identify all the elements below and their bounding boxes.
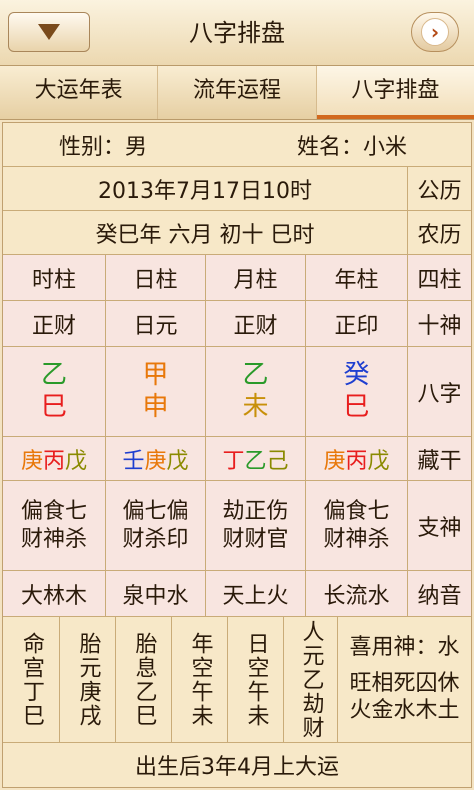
solar-row: 2013年7月17日10时 公历 — [3, 167, 471, 211]
triangle-down-icon — [38, 24, 60, 40]
bazi-month: 乙 未 — [205, 347, 305, 436]
zhishen-day: 偏七偏 财杀印 — [105, 481, 205, 570]
minggong-col: 命宫丁巳 — [19, 631, 44, 728]
shishen-hour: 正财 — [31, 313, 76, 339]
niankong-col: 年空午未 — [171, 617, 227, 742]
zhishen-hour: 偏食七 财神杀 — [3, 481, 105, 570]
shishen-row: 正财 日元 正财 正印 十神 — [3, 301, 471, 347]
canggan-year: 庚丙戊 — [305, 437, 407, 480]
zhishen-line: 偏食七 — [323, 499, 390, 524]
bazi-gan: 甲 — [142, 360, 169, 391]
canggan-char: 丙 — [42, 448, 65, 474]
canggan-label: 藏干 — [407, 437, 471, 480]
app-header: 八字排盘 › — [0, 0, 474, 66]
canggan-month: 丁乙己 — [205, 437, 305, 480]
wangxiang-line: 旺相死囚休 — [349, 670, 460, 696]
canggan-char: 庚 — [144, 448, 167, 474]
name-text: 姓名：小米 — [296, 134, 407, 160]
canggan-char: 戊 — [367, 448, 390, 474]
shishen-year: 正印 — [305, 301, 407, 346]
canggan-char: 壬 — [122, 448, 145, 474]
canggan-char: 戊 — [65, 448, 88, 474]
bazi-day: 甲 申 — [105, 347, 205, 436]
zhishen-line: 财神杀 — [323, 526, 390, 552]
chevron-right-icon: › — [421, 18, 449, 46]
zhishen-line: 偏食七 — [20, 499, 87, 524]
info-row: 性别：男 姓名：小米 — [3, 123, 471, 167]
bazi-gan: 乙 — [242, 360, 269, 391]
tab-liunian-yuncheng[interactable]: 流年运程 — [158, 66, 317, 119]
bazi-zhi: 申 — [142, 391, 169, 422]
menu-dropdown-button[interactable] — [8, 12, 90, 52]
zhishen-label: 支神 — [407, 481, 471, 570]
zhishen-line: 偏七偏 — [122, 499, 189, 524]
taixi-col: 胎息乙巳 — [115, 617, 171, 742]
pillar-hour: 时柱 — [31, 267, 76, 293]
pillars-row: 时柱 日柱 月柱 年柱 四柱 — [3, 255, 471, 301]
pillar-year: 年柱 — [305, 255, 407, 300]
shishen-day: 日元 — [105, 301, 205, 346]
canggan-row: 庚丙戊 壬庚戊 丁乙己 庚丙戊 藏干 — [3, 437, 471, 481]
canggan-char: 己 — [266, 448, 289, 474]
bazi-table: 性别：男 姓名：小米 2013年7月17日10时 公历 癸巳年 六月 初十 巳时… — [2, 122, 472, 788]
nayin-day: 泉中水 — [105, 571, 205, 616]
rikong-col: 日空午未 — [227, 617, 283, 742]
nayin-month: 天上火 — [205, 571, 305, 616]
gender-text: 性别：男 — [58, 134, 147, 160]
bazi-zhi: 巳 — [40, 391, 67, 422]
canggan-day: 壬庚戊 — [105, 437, 205, 480]
dayun-start-text: 出生后3年4月上大运 — [135, 755, 339, 780]
nayin-year: 长流水 — [305, 571, 407, 616]
renyuan-col: 人元乙劫财 — [283, 617, 337, 742]
pillar-month: 月柱 — [205, 255, 305, 300]
canggan-char: 乙 — [244, 448, 267, 474]
canggan-char: 丁 — [222, 448, 245, 474]
zhishen-line: 劫正伤 — [222, 499, 289, 524]
bazi-year: 癸 巳 — [305, 347, 407, 436]
solar-label: 公历 — [407, 167, 471, 210]
shishen-month: 正财 — [205, 301, 305, 346]
zhishen-row: 偏食七 财神杀 偏七偏 财杀印 劫正伤 财财官 偏食七 财神杀 支神 — [3, 481, 471, 571]
xiyong-block: 喜用神：水 旺相死囚休 火金水木土 — [337, 617, 471, 742]
lunar-label: 农历 — [407, 211, 471, 254]
canggan-char: 庚 — [323, 448, 346, 474]
taiyuan-col: 胎元庚戌 — [59, 617, 115, 742]
nayin-hour: 大林木 — [20, 583, 87, 609]
lunar-value: 癸巳年 六月 初十 巳时 — [95, 222, 315, 248]
wuxing-line: 火金水木土 — [349, 698, 460, 724]
solar-value: 2013年7月17日10时 — [98, 178, 312, 204]
pillar-day: 日柱 — [105, 255, 205, 300]
zhishen-line: 财杀印 — [122, 526, 189, 552]
tab-bar: 大运年表 流年运程 八字排盘 — [0, 66, 474, 120]
tab-bazi-paipan[interactable]: 八字排盘 — [316, 66, 474, 119]
canggan-char: 丙 — [345, 448, 368, 474]
zhishen-month: 劫正伤 财财官 — [205, 481, 305, 570]
bazi-gan: 癸 — [343, 360, 370, 391]
pillars-label: 四柱 — [407, 255, 471, 300]
bazi-row: 乙 巳 甲 申 乙 未 癸 巳 八字 — [3, 347, 471, 437]
zhishen-line: 财财官 — [222, 526, 289, 552]
tab-dayun-nianbiao[interactable]: 大运年表 — [0, 66, 159, 119]
canggan-char: 庚 — [20, 448, 43, 474]
bazi-label: 八字 — [407, 347, 471, 436]
extra-row: 命宫丁巳 胎元庚戌 胎息乙巳 年空午未 日空午未 人元乙劫财 喜用神：水 旺相死… — [3, 617, 471, 743]
zhishen-year: 偏食七 财神杀 — [305, 481, 407, 570]
canggan-hour: 庚丙戊 — [3, 437, 105, 480]
bazi-gan: 乙 — [40, 360, 67, 391]
shishen-label: 十神 — [407, 301, 471, 346]
nayin-row: 大林木 泉中水 天上火 长流水 纳音 — [3, 571, 471, 617]
bazi-zhi: 巳 — [343, 391, 370, 422]
zhishen-line: 财神杀 — [20, 526, 87, 552]
bazi-hour: 乙 巳 — [3, 347, 105, 436]
lunar-row: 癸巳年 六月 初十 巳时 农历 — [3, 211, 471, 255]
bazi-zhi: 未 — [242, 391, 269, 422]
xiyong-text: 喜用神：水 — [349, 635, 460, 661]
nayin-label: 纳音 — [407, 571, 471, 616]
forward-button[interactable]: › — [411, 12, 459, 52]
canggan-char: 戊 — [166, 448, 189, 474]
